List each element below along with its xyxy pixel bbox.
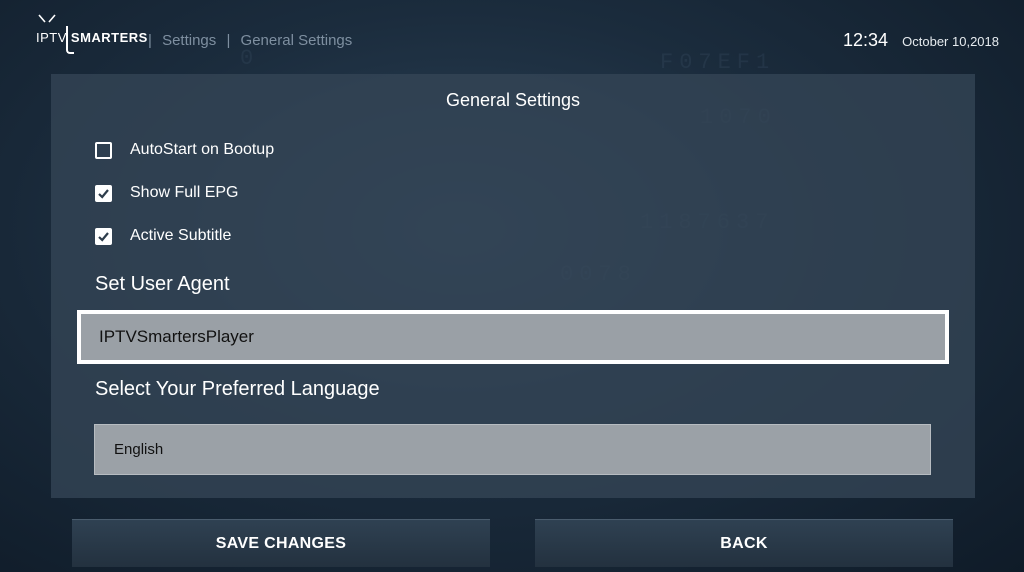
- show-full-epg-label: Show Full EPG: [130, 184, 239, 201]
- option-active-subtitle[interactable]: Active Subtitle: [95, 224, 231, 248]
- user-agent-value: IPTVSmartersPlayer: [99, 327, 254, 346]
- brand-name-right: SMARTERS: [70, 30, 148, 45]
- user-agent-input[interactable]: IPTVSmartersPlayer: [77, 310, 949, 364]
- language-select[interactable]: English: [94, 424, 931, 475]
- breadcrumb-separator: |: [226, 32, 231, 49]
- autostart-label: AutoStart on Bootup: [130, 141, 275, 158]
- save-changes-button[interactable]: SAVE CHANGES: [72, 519, 490, 567]
- general-settings-panel: General Settings AutoStart on Bootup Sho…: [51, 74, 975, 498]
- option-autostart[interactable]: AutoStart on Bootup: [95, 138, 274, 162]
- autostart-checkbox[interactable]: [95, 141, 112, 159]
- checkmark-icon: [98, 231, 109, 242]
- back-button[interactable]: BACK: [535, 519, 953, 567]
- app-logo: IPTV SMARTERS: [36, 14, 147, 58]
- brand-name: IPTV SMARTERS: [36, 30, 148, 45]
- date: October 10,2018: [902, 34, 999, 49]
- user-agent-label: Set User Agent: [95, 273, 230, 295]
- breadcrumb-general-settings: General Settings: [240, 32, 353, 49]
- checkmark-icon: [98, 188, 109, 199]
- top-bar: IPTV SMARTERS | Settings | General Settin…: [0, 0, 1024, 72]
- option-show-full-epg[interactable]: Show Full EPG: [95, 181, 238, 205]
- clock: 12:34: [842, 30, 888, 50]
- breadcrumb-settings[interactable]: Settings: [162, 32, 216, 49]
- show-full-epg-checkbox[interactable]: [95, 184, 112, 202]
- language-selected-value: English: [114, 441, 164, 458]
- language-label: Select Your Preferred Language: [95, 378, 380, 400]
- active-subtitle-checkbox[interactable]: [95, 227, 112, 245]
- breadcrumb: | Settings | General Settings: [142, 32, 352, 49]
- tv-frame-icon: [66, 26, 74, 54]
- breadcrumb-separator: |: [148, 32, 152, 49]
- panel-title: General Settings: [445, 90, 581, 110]
- brand-name-left: IPTV: [36, 30, 67, 45]
- active-subtitle-label: Active Subtitle: [130, 227, 232, 244]
- tv-antenna-icon: [38, 14, 56, 23]
